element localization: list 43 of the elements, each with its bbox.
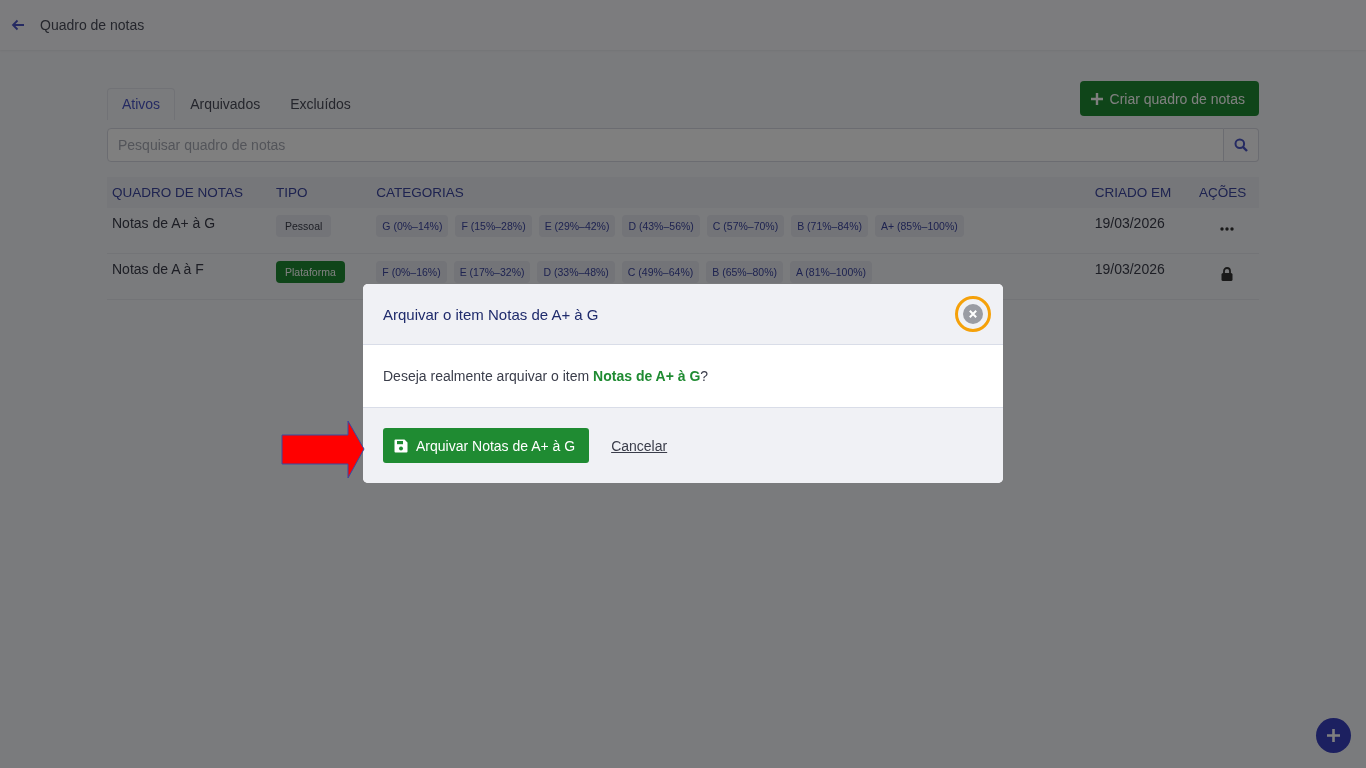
type-badge: Pessoal <box>276 215 332 237</box>
column-header: TIPO <box>271 177 372 208</box>
column-header: QUADRO DE NOTAS <box>107 177 271 208</box>
tab[interactable]: Arquivados <box>175 88 276 120</box>
plus-icon <box>1090 92 1103 105</box>
page-title: Quadro de notas <box>40 17 145 33</box>
category-tag: D (33%–48%) <box>537 261 615 283</box>
column-header: CRIADO EM <box>1089 177 1194 208</box>
category-tag: C (49%–64%) <box>621 261 700 283</box>
category-tag: E (29%–42%) <box>538 215 616 237</box>
dialog-message: Deseja realmente arquivar o item Notas de A+ à G? <box>383 368 709 384</box>
more-icon[interactable] <box>1219 227 1234 231</box>
tab[interactable]: Ativos <box>107 88 176 120</box>
table-cell: Notas de A à F <box>107 253 271 300</box>
add-button[interactable] <box>1316 718 1351 753</box>
cancel-link[interactable]: Cancelar <box>611 437 668 454</box>
dialog-title: Arquivar o item Notas de A+ à G <box>383 305 599 323</box>
category-tag: C (57%–70%) <box>706 215 785 237</box>
category-tag: E (17%–32%) <box>453 261 531 283</box>
table-cell: 19/03/2026 <box>1089 208 1194 254</box>
category-tag: G (0%–14%) <box>376 215 449 237</box>
search-button[interactable] <box>1224 128 1259 162</box>
column-header: CATEGORIAS <box>371 177 1090 208</box>
back-arrow-icon[interactable] <box>10 17 26 33</box>
category-tag: F (0%–16%) <box>376 261 447 283</box>
category-tag: B (71%–84%) <box>791 215 868 237</box>
save-icon <box>394 438 408 453</box>
column-header: AÇÕES <box>1194 177 1259 208</box>
archive-button[interactable]: Arquivar Notas de A+ à G <box>383 428 590 463</box>
create-board-button[interactable]: Criar quadro de notas <box>1079 81 1259 116</box>
category-tag: B (65%–80%) <box>706 261 784 283</box>
tab[interactable]: Excluídos <box>275 88 366 120</box>
type-badge: Plataforma <box>276 261 345 283</box>
category-tag: A (81%–100%) <box>790 261 873 283</box>
plus-icon <box>1327 729 1340 742</box>
category-tag: F (15%–28%) <box>455 215 532 237</box>
category-tag: D (43%–56%) <box>622 215 700 237</box>
close-button[interactable] <box>955 296 991 332</box>
table-cell: Notas de A+ à G <box>107 208 271 254</box>
search-icon <box>1234 138 1248 152</box>
close-icon <box>963 304 983 324</box>
category-tag: A+ (85%–100%) <box>875 215 964 237</box>
table-cell: 19/03/2026 <box>1089 253 1194 300</box>
